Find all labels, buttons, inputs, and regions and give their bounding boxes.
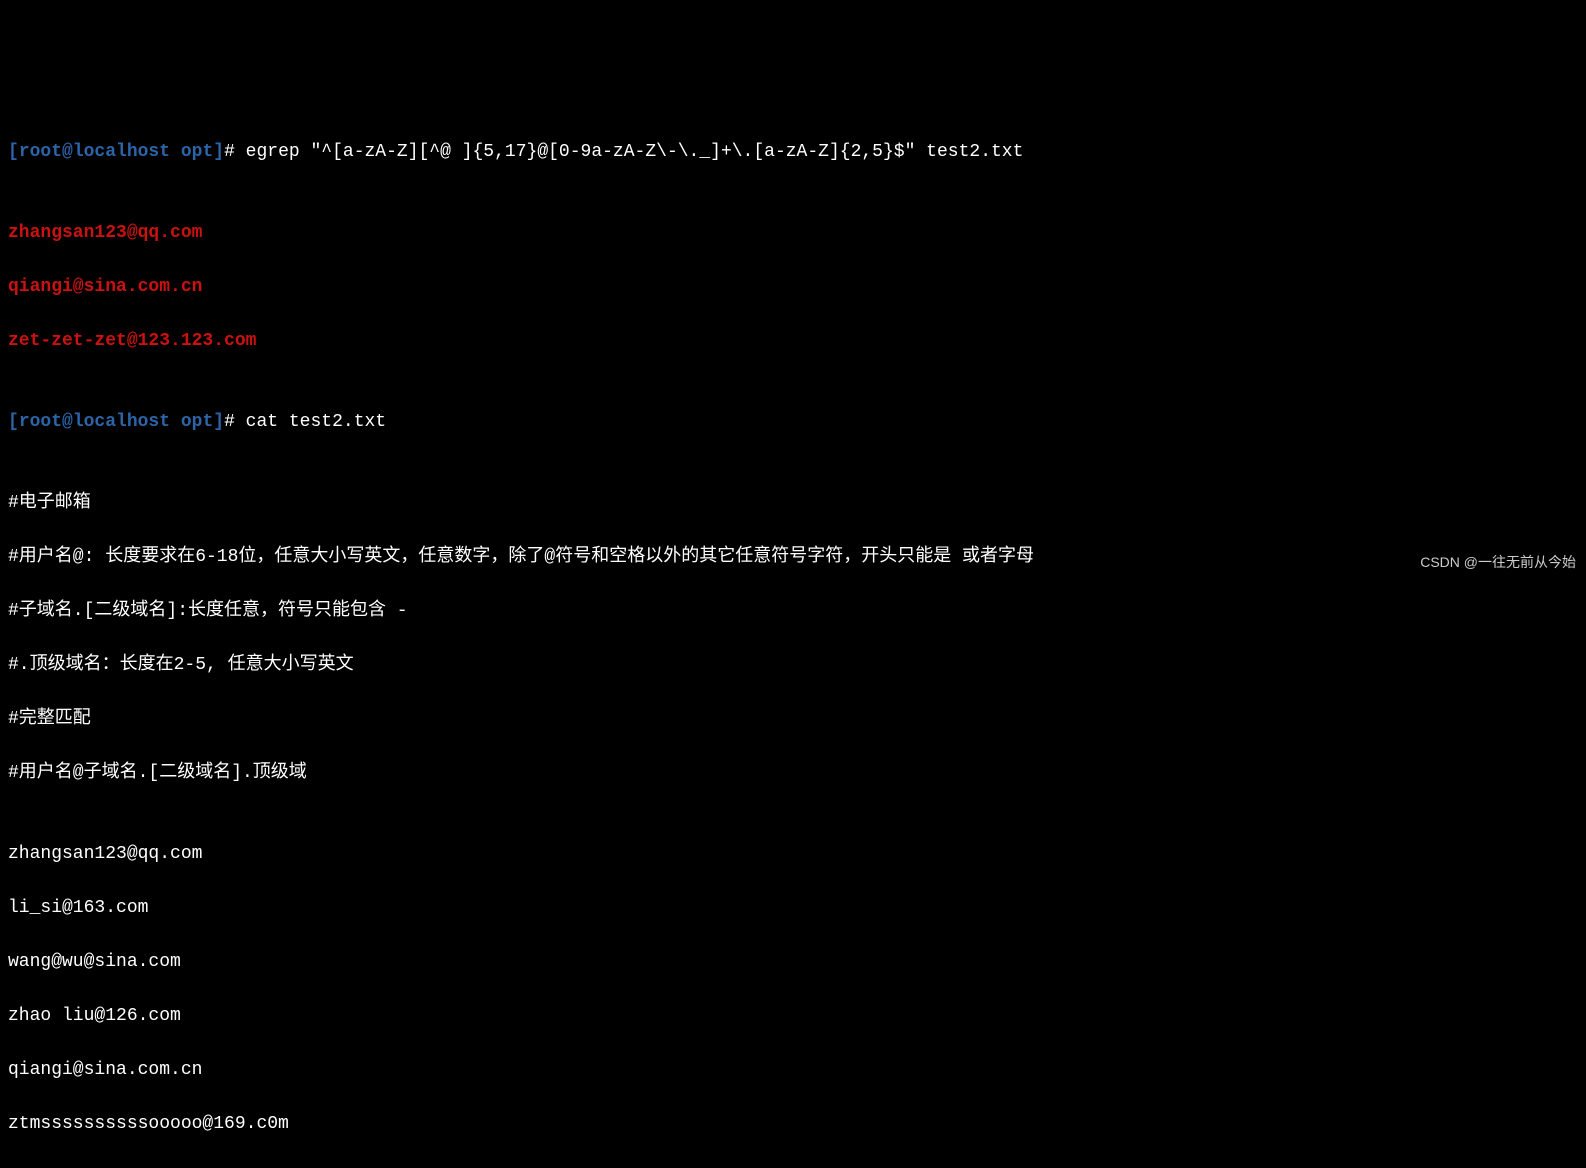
file-line: zhao liu@126.com [8, 1003, 1578, 1030]
file-line: zhangsan123@qq.com [8, 841, 1578, 868]
egrep-match: qiangi@sina.com.cn [8, 274, 1578, 301]
file-line: #用户名@子域名.[二级域名].顶级域 [8, 760, 1578, 787]
command-cat: cat test2.txt [246, 412, 386, 432]
file-line: wang@wu@sina.com [8, 949, 1578, 976]
watermark: CSDN @一往无前从今始 [1420, 549, 1576, 576]
bracket-close: ] [213, 142, 224, 162]
egrep-match: zhangsan123@qq.com [8, 220, 1578, 247]
file-line: qiangi@sina.com.cn [8, 1057, 1578, 1084]
prompt-text: root@localhost opt [19, 142, 213, 162]
bracket-close: ] [213, 412, 224, 432]
prompt-line-1[interactable]: [root@localhost opt]# egrep "^[a-zA-Z][^… [8, 139, 1578, 166]
prompt-hash: # [224, 412, 246, 432]
file-line: #.顶级域名：长度在2-5, 任意大小写英文 [8, 652, 1578, 679]
prompt-text: root@localhost opt [19, 412, 213, 432]
egrep-match: zet-zet-zet@123.123.com [8, 328, 1578, 355]
file-line: li_si@163.com [8, 895, 1578, 922]
bracket-open: [ [8, 142, 19, 162]
command-egrep: egrep "^[a-zA-Z][^@ ]{5,17}@[0-9a-zA-Z\-… [246, 142, 1024, 162]
file-line: #用户名@: 长度要求在6-18位，任意大小写英文，任意数字，除了@符号和空格以… [8, 544, 1578, 571]
prompt-hash: # [224, 142, 246, 162]
bracket-open: [ [8, 412, 19, 432]
file-line: #电子邮箱 [8, 490, 1578, 517]
file-line: ztmssssssssssooooo@169.c0m [8, 1111, 1578, 1138]
file-line: zetzetme-zet-zet@@qq.com [8, 1165, 1578, 1168]
file-line: #子域名.[二级域名]:长度任意，符号只能包含 - [8, 598, 1578, 625]
prompt-line-2[interactable]: [root@localhost opt]# cat test2.txt [8, 409, 1578, 436]
file-line: #完整匹配 [8, 706, 1578, 733]
